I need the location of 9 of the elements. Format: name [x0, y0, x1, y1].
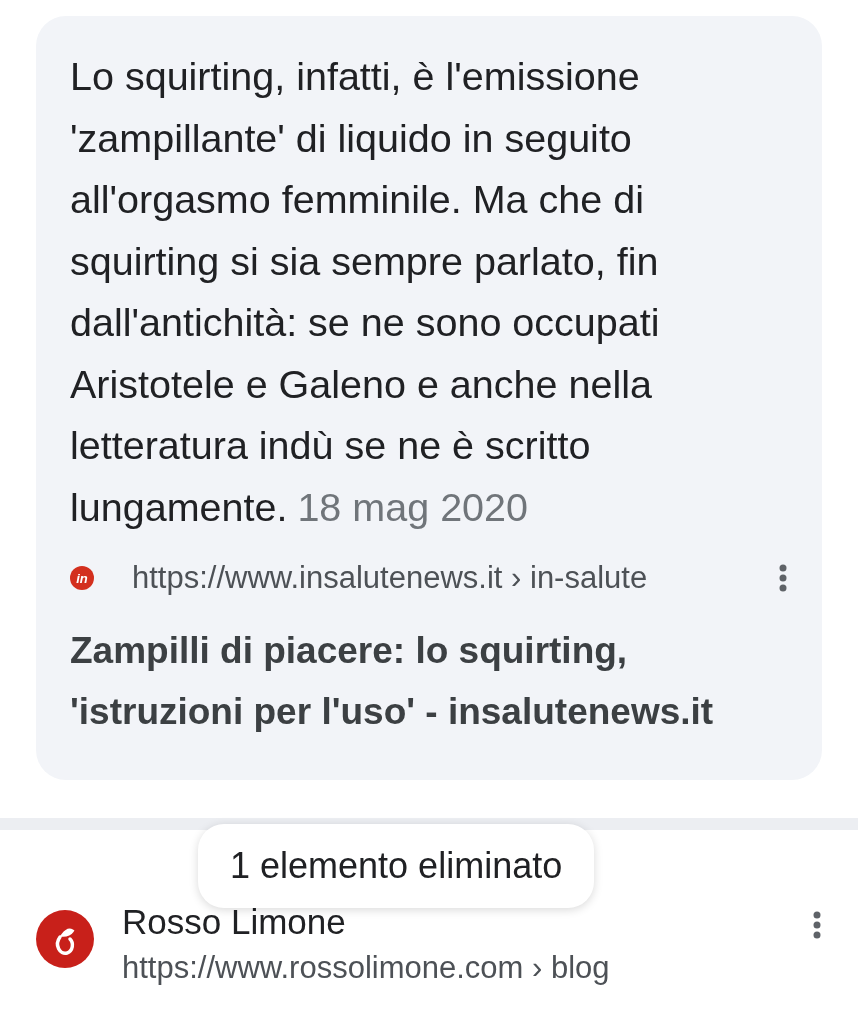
result-url[interactable]: https://www.rossolimone.com › blog	[122, 944, 812, 992]
snippet-text: Lo squirting, infatti, è l'emissione 'zampillante' di liquido in seguito all'orgasmo femminile. Ma che di squirting si sia sempre parlato, fin dall'antichità: se ne sono occupati Aristotele e Galeno e anche nella letteratura indù se ne è scritto lungamente. 18 mag 2020	[70, 53, 661, 531]
site-favicon: in	[70, 566, 94, 590]
site-logo-icon	[36, 910, 94, 968]
source-url[interactable]: https://www.insalutenews.it › in-salute	[132, 560, 778, 596]
more-options-icon[interactable]	[812, 910, 822, 940]
more-options-icon[interactable]	[778, 563, 788, 593]
result-title-link[interactable]: Zampilli di piacere: lo squirting, 'istruzioni per l'uso' - insalutenews.it	[70, 620, 800, 742]
deleted-toast: 1 elemento eliminato	[198, 824, 595, 908]
